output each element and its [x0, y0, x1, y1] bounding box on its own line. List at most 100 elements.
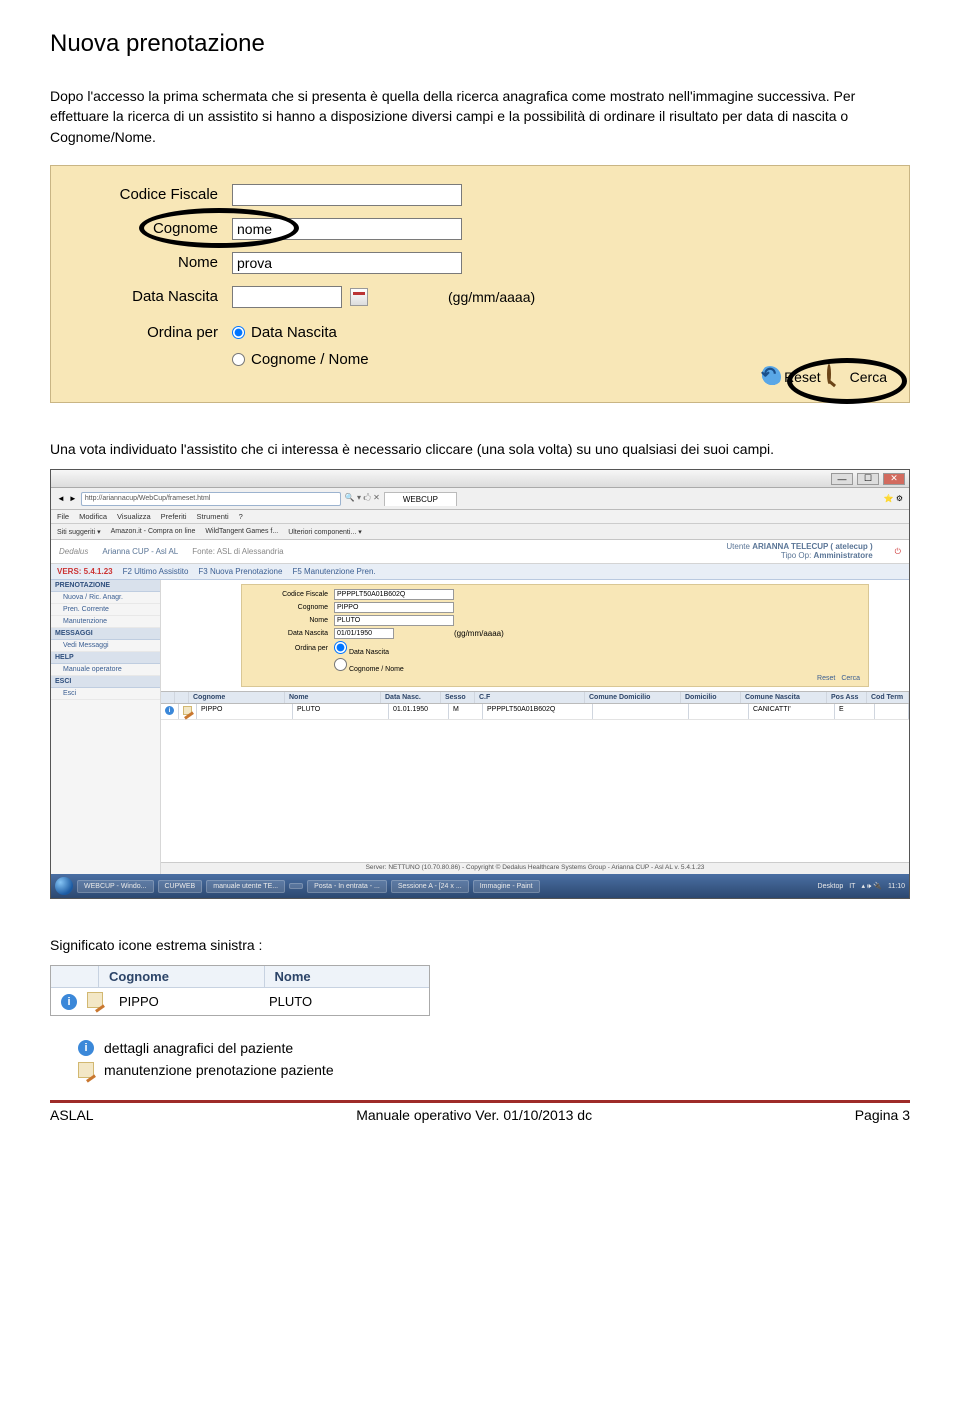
label-codice-fiscale: Codice Fiscale — [77, 186, 232, 203]
side-nuova[interactable]: Nuova / Ric. Anagr. — [51, 592, 160, 604]
menu-strumenti[interactable]: Strumenti — [197, 512, 229, 521]
tb-lang[interactable]: IT — [849, 883, 855, 890]
maximize-button[interactable]: ☐ — [857, 473, 879, 485]
label-ordina-per: Ordina per — [77, 320, 232, 341]
legend-list: i dettagli anagrafici del paziente manut… — [78, 1040, 910, 1078]
fav-more[interactable]: Ulteriori componenti... ▾ — [288, 528, 362, 536]
forward-icon[interactable]: ► — [69, 494, 77, 503]
url-field[interactable]: http://ariannacup/WebCup/frameset.html — [81, 492, 341, 506]
info-icon: i — [78, 1040, 94, 1056]
radio-data-nascita-input[interactable] — [232, 326, 245, 339]
menu-visualizza[interactable]: Visualizza — [117, 512, 151, 521]
radio-data-nascita[interactable]: Data Nascita — [232, 324, 369, 341]
start-orb[interactable] — [55, 877, 73, 895]
back-icon[interactable]: ◄ — [57, 494, 65, 503]
reset-icon — [759, 366, 781, 388]
mini-data[interactable] — [334, 628, 394, 639]
user-info: Utente ARIANNA TELECUP ( atelecup ) Tipo… — [726, 543, 872, 561]
fav-amazon[interactable]: Amazon.it - Compra on line — [111, 528, 196, 535]
side-vedi-messaggi[interactable]: Vedi Messaggi — [51, 640, 160, 652]
legend-th-cognome: Cognome — [99, 966, 265, 987]
fn-f2[interactable]: F2 Ultimo Assistito — [123, 567, 189, 576]
mini-nome[interactable] — [334, 615, 454, 626]
fn-f3[interactable]: F3 Nuova Prenotazione — [198, 567, 282, 576]
window-titlebar: — ☐ ✕ — [51, 470, 909, 488]
date-format-hint: (gg/mm/aaaa) — [448, 289, 535, 305]
server-footer: Server: NETTUNO (10.70.80.86) - Copyrigh… — [161, 862, 909, 874]
sidebar: PRENOTAZIONE Nuova / Ric. Anagr. Pren. C… — [51, 580, 161, 874]
calendar-icon[interactable] — [350, 288, 368, 306]
label-cognome: Cognome — [77, 220, 232, 237]
tb-desktop[interactable]: Desktop — [818, 883, 844, 890]
tb-time: 11:10 — [888, 883, 905, 890]
radio-cognome-nome[interactable]: Cognome / Nome — [232, 351, 369, 368]
tb-cupweb[interactable]: CUPWEB — [158, 880, 203, 893]
app-name: Arianna CUP - Asl AL — [102, 547, 178, 556]
result-table-row[interactable]: i PIPPO PLUTO 01.01.1950 M PPPPLT50A01B6… — [161, 704, 909, 720]
side-manutenzione[interactable]: Manutenzione — [51, 616, 160, 628]
result-table-header: Cognome Nome Data Nasc. Sesso C.F Comune… — [161, 691, 909, 704]
legend-item-info: dettagli anagrafici del paziente — [104, 1040, 293, 1056]
footer-left: ASLAL — [50, 1107, 94, 1123]
menu-help[interactable]: ? — [239, 512, 243, 521]
tb-sessione[interactable]: Sessione A - [24 x ... — [391, 880, 469, 893]
page-footer: ASLAL Manuale operativo Ver. 01/10/2013 … — [50, 1100, 910, 1123]
tb-posta[interactable]: Posta - In entrata - ... — [307, 880, 387, 893]
reset-button[interactable]: Reset — [759, 366, 821, 388]
brand-logo: Dedalus — [59, 547, 88, 556]
side-h-prenotazione: PRENOTAZIONE — [51, 580, 160, 592]
close-button[interactable]: ✕ — [883, 473, 905, 485]
tb-webcup[interactable]: WEBCUP - Windo... — [77, 880, 154, 893]
tb-manuale[interactable]: manuale utente TE... — [206, 880, 285, 893]
function-bar: VERS: 5.4.1.23 F2 Ultimo Assistito F3 Nu… — [51, 564, 909, 580]
input-nome[interactable] — [232, 252, 462, 274]
side-manuale[interactable]: Manuale operatore — [51, 664, 160, 676]
address-bar: ◄ ► http://ariannacup/WebCup/frameset.ht… — [51, 488, 909, 510]
side-h-messaggi: MESSAGGI — [51, 628, 160, 640]
side-h-esci: ESCI — [51, 676, 160, 688]
info-icon[interactable]: i — [61, 994, 77, 1010]
radio-cognome-nome-input[interactable] — [232, 353, 245, 366]
minimize-button[interactable]: — — [831, 473, 853, 485]
side-esci[interactable]: Esci — [51, 688, 160, 700]
page-title: Nuova prenotazione — [50, 30, 910, 58]
info-icon[interactable]: i — [165, 706, 174, 715]
legend-item-edit: manutenzione prenotazione paziente — [104, 1062, 334, 1078]
edit-icon — [78, 1062, 94, 1078]
mini-cerca[interactable]: Cerca — [841, 675, 860, 682]
input-data-nascita[interactable] — [232, 286, 342, 308]
cerca-button[interactable]: Cerca — [825, 366, 887, 388]
fav-suggested[interactable]: Siti suggeriti ▾ — [57, 528, 101, 536]
footer-right: Pagina 3 — [855, 1107, 910, 1123]
footer-center: Manuale operativo Ver. 01/10/2013 dc — [356, 1107, 592, 1123]
favorites-bar: Siti suggeriti ▾ Amazon.it - Compra on l… — [51, 524, 909, 540]
mini-reset[interactable]: Reset — [817, 675, 835, 682]
legend-row[interactable]: i PIPPO PLUTO — [51, 988, 429, 1015]
edit-icon[interactable] — [183, 706, 192, 715]
tb-paint[interactable]: Immagine - Paint — [473, 880, 540, 893]
side-pren-corrente[interactable]: Pren. Corrente — [51, 604, 160, 616]
fav-wildtangent[interactable]: WildTangent Games f... — [205, 528, 278, 535]
legend-table: Cognome Nome i PIPPO PLUTO — [50, 965, 430, 1016]
mini-cognome[interactable] — [334, 602, 454, 613]
menu-modifica[interactable]: Modifica — [79, 512, 107, 521]
app-header: Dedalus Arianna CUP - Asl AL Fonte: ASL … — [51, 540, 909, 564]
search-icon — [827, 364, 831, 384]
label-nome: Nome — [77, 254, 232, 271]
input-cognome[interactable] — [232, 218, 462, 240]
browser-screenshot: — ☐ ✕ ◄ ► http://ariannacup/WebCup/frame… — [50, 469, 910, 899]
mini-cf[interactable] — [334, 589, 454, 600]
input-codice-fiscale[interactable] — [232, 184, 462, 206]
menu-file[interactable]: File — [57, 512, 69, 521]
edit-icon[interactable] — [87, 992, 103, 1008]
fn-f5[interactable]: F5 Manutenzione Pren. — [292, 567, 375, 576]
fonte-label: Fonte: ASL di Alessandria — [192, 547, 283, 556]
search-form-panel: Codice Fiscale Cognome Nome Data Nascita… — [50, 165, 910, 403]
exit-icon[interactable]: ⏻ — [895, 547, 901, 557]
menu-preferiti[interactable]: Preferiti — [161, 512, 187, 521]
legend-th-nome: Nome — [265, 966, 430, 987]
taskbar: WEBCUP - Windo... CUPWEB manuale utente … — [51, 874, 909, 898]
legend-title: Significato icone estrema sinistra : — [50, 935, 910, 955]
browser-tab[interactable]: WEBCUP — [384, 492, 457, 506]
tb-blank[interactable] — [289, 883, 303, 889]
